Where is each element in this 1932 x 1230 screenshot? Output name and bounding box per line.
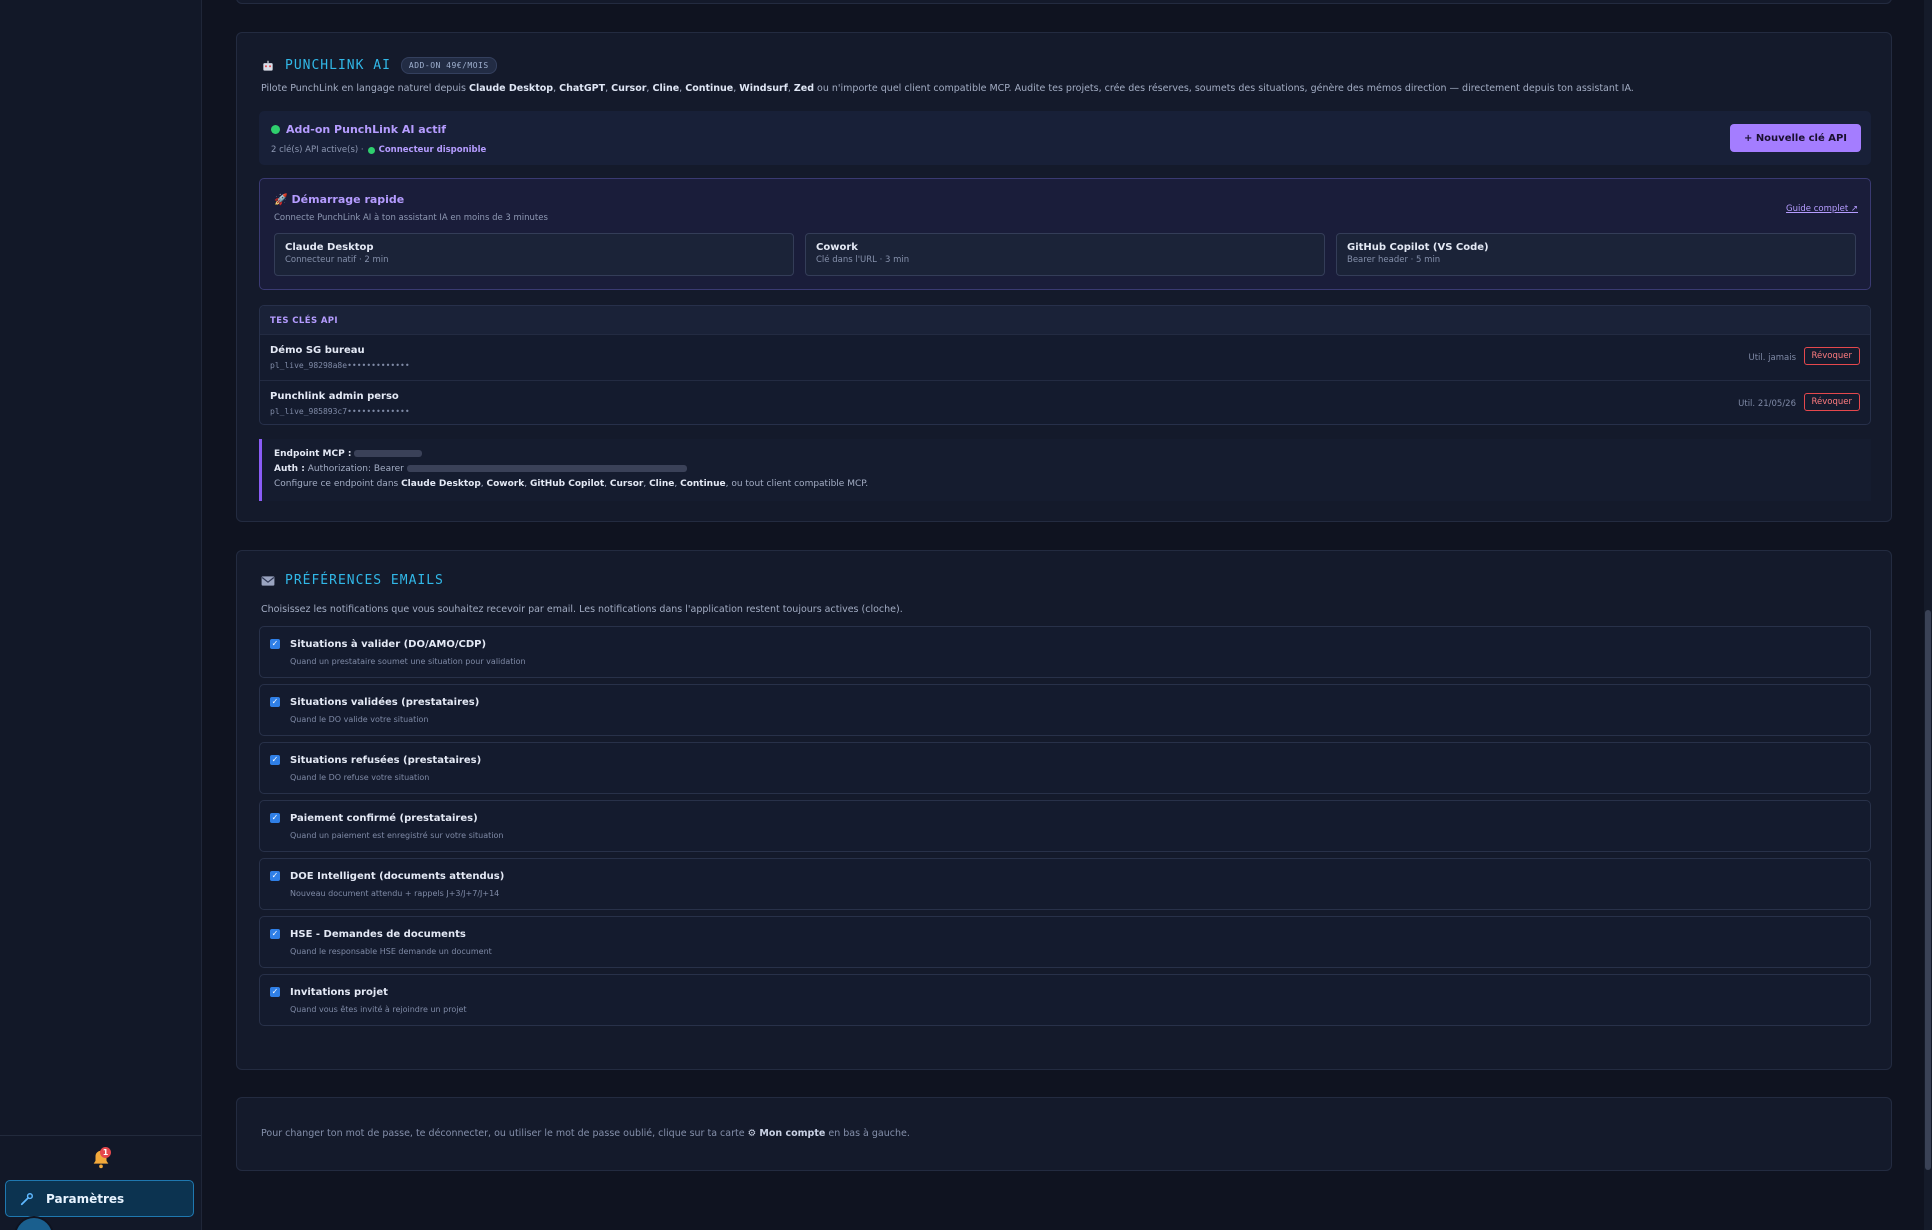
- avatar[interactable]: [14, 1216, 54, 1230]
- list-item[interactable]: ✓ Situations validées (prestataires) Qua…: [259, 684, 1871, 736]
- status-dot-icon: [271, 125, 280, 134]
- sidebar-item-settings[interactable]: Paramètres: [5, 1180, 194, 1217]
- notification-badge: 1: [100, 1147, 111, 1158]
- key-name: Punchlink admin perso: [270, 391, 399, 402]
- pref-label: Situations à valider (DO/AMO/CDP): [290, 639, 487, 650]
- sidebar-divider: [0, 1135, 201, 1136]
- pref-sub: Quand un prestataire soumet une situatio…: [290, 657, 526, 666]
- pref-label: Invitations projet: [290, 987, 388, 998]
- list-item[interactable]: ✓ Situations à valider (DO/AMO/CDP) Quan…: [259, 626, 1871, 678]
- quick-start-subtitle: Connecte PunchLink AI à ton assistant IA…: [274, 213, 548, 223]
- email-description: Choisissez les notifications que vous so…: [261, 604, 903, 615]
- main-content: PUNCHLINK AI ADD-ON 49€/MOIS Pilote Punc…: [203, 0, 1932, 1230]
- redacted-value: [354, 450, 423, 457]
- full-guide-link[interactable]: Guide complet ↗: [1786, 204, 1858, 214]
- pref-label: HSE - Demandes de documents: [290, 929, 466, 940]
- config-line: Configure ce endpoint dans Claude Deskto…: [274, 479, 869, 489]
- account-hint-text: Pour changer ton mot de passe, te déconn…: [261, 1128, 910, 1139]
- key-last-used: Util. jamais: [1748, 353, 1796, 363]
- key-last-used: Util. 21/05/26: [1738, 399, 1796, 409]
- new-api-key-button[interactable]: + Nouvelle clé API: [1729, 124, 1861, 152]
- sidebar: 1 Paramètres: [0, 0, 202, 1230]
- redacted-value: [406, 465, 687, 472]
- checkbox[interactable]: ✓: [270, 755, 280, 765]
- account-hint-card: Pour changer ton mot de passe, te déconn…: [236, 1097, 1892, 1171]
- envelope-icon: [261, 575, 275, 586]
- section-title-text: PRÉFÉRENCES EMAILS: [285, 573, 444, 588]
- auth-line: Auth : Authorization: Bearer: [274, 464, 687, 474]
- addon-price-tag: ADD-ON 49€/MOIS: [400, 57, 497, 74]
- addon-status-title: Add-on PunchLink AI actif: [271, 123, 446, 136]
- checkbox[interactable]: ✓: [270, 929, 280, 939]
- wrench-icon: [20, 1192, 33, 1205]
- table-row: Punchlink admin perso pl_live_985893c7••…: [260, 380, 1870, 424]
- addon-status-sub: 2 clé(s) API active(s) · Connecteur disp…: [271, 145, 487, 155]
- checkbox[interactable]: ✓: [270, 813, 280, 823]
- list-item[interactable]: ✓ Invitations projet Quand vous êtes inv…: [259, 974, 1871, 1026]
- api-keys-table: TES CLÉS API Démo SG bureau pl_live_9829…: [259, 305, 1871, 425]
- robot-icon: [263, 60, 273, 71]
- checkbox[interactable]: ✓: [270, 871, 280, 881]
- pref-sub: Quand le DO refuse votre situation: [290, 773, 430, 782]
- endpoint-line: Endpoint MCP :: [274, 449, 423, 459]
- quick-start-claude-desktop[interactable]: Claude Desktop Connecteur natif · 2 min: [274, 233, 794, 276]
- quick-start-box: 🚀 Démarrage rapide Connecte PunchLink AI…: [259, 178, 1871, 290]
- punchlink-ai-card: PUNCHLINK AI ADD-ON 49€/MOIS Pilote Punc…: [236, 32, 1892, 522]
- pref-sub: Nouveau document attendu + rappels J+3/J…: [290, 889, 500, 898]
- pref-label: Paiement confirmé (prestataires): [290, 813, 478, 824]
- ai-description: Pilote PunchLink en langage naturel depu…: [261, 83, 1634, 94]
- pref-label: DOE Intelligent (documents attendus): [290, 871, 505, 882]
- addon-status-box: Add-on PunchLink AI actif 2 clé(s) API a…: [259, 111, 1871, 165]
- checkbox[interactable]: ✓: [270, 697, 280, 707]
- revoke-button[interactable]: Révoquer: [1803, 347, 1860, 365]
- key-value: pl_live_98298a8e•••••••••••••: [270, 361, 410, 370]
- connector-dot-icon: [367, 146, 375, 154]
- key-name: Démo SG bureau: [270, 345, 365, 356]
- revoke-button[interactable]: Révoquer: [1803, 393, 1860, 411]
- pref-sub: Quand un paiement est enregistré sur vot…: [290, 831, 504, 840]
- pref-sub: Quand le DO valide votre situation: [290, 715, 429, 724]
- pref-label: Situations refusées (prestataires): [290, 755, 482, 766]
- list-item[interactable]: ✓ Situations refusées (prestataires) Qua…: [259, 742, 1871, 794]
- pref-sub: Quand le responsable HSE demande un docu…: [290, 947, 492, 956]
- quick-start-cowork[interactable]: Cowork Clé dans l'URL · 3 min: [805, 233, 1325, 276]
- mcp-endpoint-box: Endpoint MCP : Auth : Authorization: Bea…: [259, 439, 1871, 501]
- scrollbar-thumb[interactable]: [1925, 610, 1931, 1170]
- quick-start-title: 🚀 Démarrage rapide: [274, 193, 405, 206]
- section-title: PRÉFÉRENCES EMAILS: [261, 573, 444, 588]
- section-title-text: PUNCHLINK AI: [285, 58, 391, 73]
- sidebar-item-label: Paramètres: [46, 1191, 125, 1206]
- pref-sub: Quand vous êtes invité à rejoindre un pr…: [290, 1005, 467, 1014]
- scrollbar[interactable]: [1924, 0, 1932, 1230]
- list-item[interactable]: ✓ HSE - Demandes de documents Quand le r…: [259, 916, 1871, 968]
- quick-start-github-copilot[interactable]: GitHub Copilot (VS Code) Bearer header ·…: [1336, 233, 1856, 276]
- key-value: pl_live_985893c7•••••••••••••: [270, 407, 410, 416]
- email-preferences-card: PRÉFÉRENCES EMAILS Choisissez les notifi…: [236, 550, 1892, 1070]
- api-keys-header: TES CLÉS API: [260, 306, 1870, 334]
- table-row: Démo SG bureau pl_live_98298a8e•••••••••…: [260, 334, 1870, 380]
- previous-section-card: [236, 0, 1892, 4]
- checkbox[interactable]: ✓: [270, 639, 280, 649]
- pref-label: Situations validées (prestataires): [290, 697, 480, 708]
- section-title: PUNCHLINK AI ADD-ON 49€/MOIS: [261, 57, 497, 74]
- list-item[interactable]: ✓ Paiement confirmé (prestataires) Quand…: [259, 800, 1871, 852]
- list-item[interactable]: ✓ DOE Intelligent (documents attendus) N…: [259, 858, 1871, 910]
- checkbox[interactable]: ✓: [270, 987, 280, 997]
